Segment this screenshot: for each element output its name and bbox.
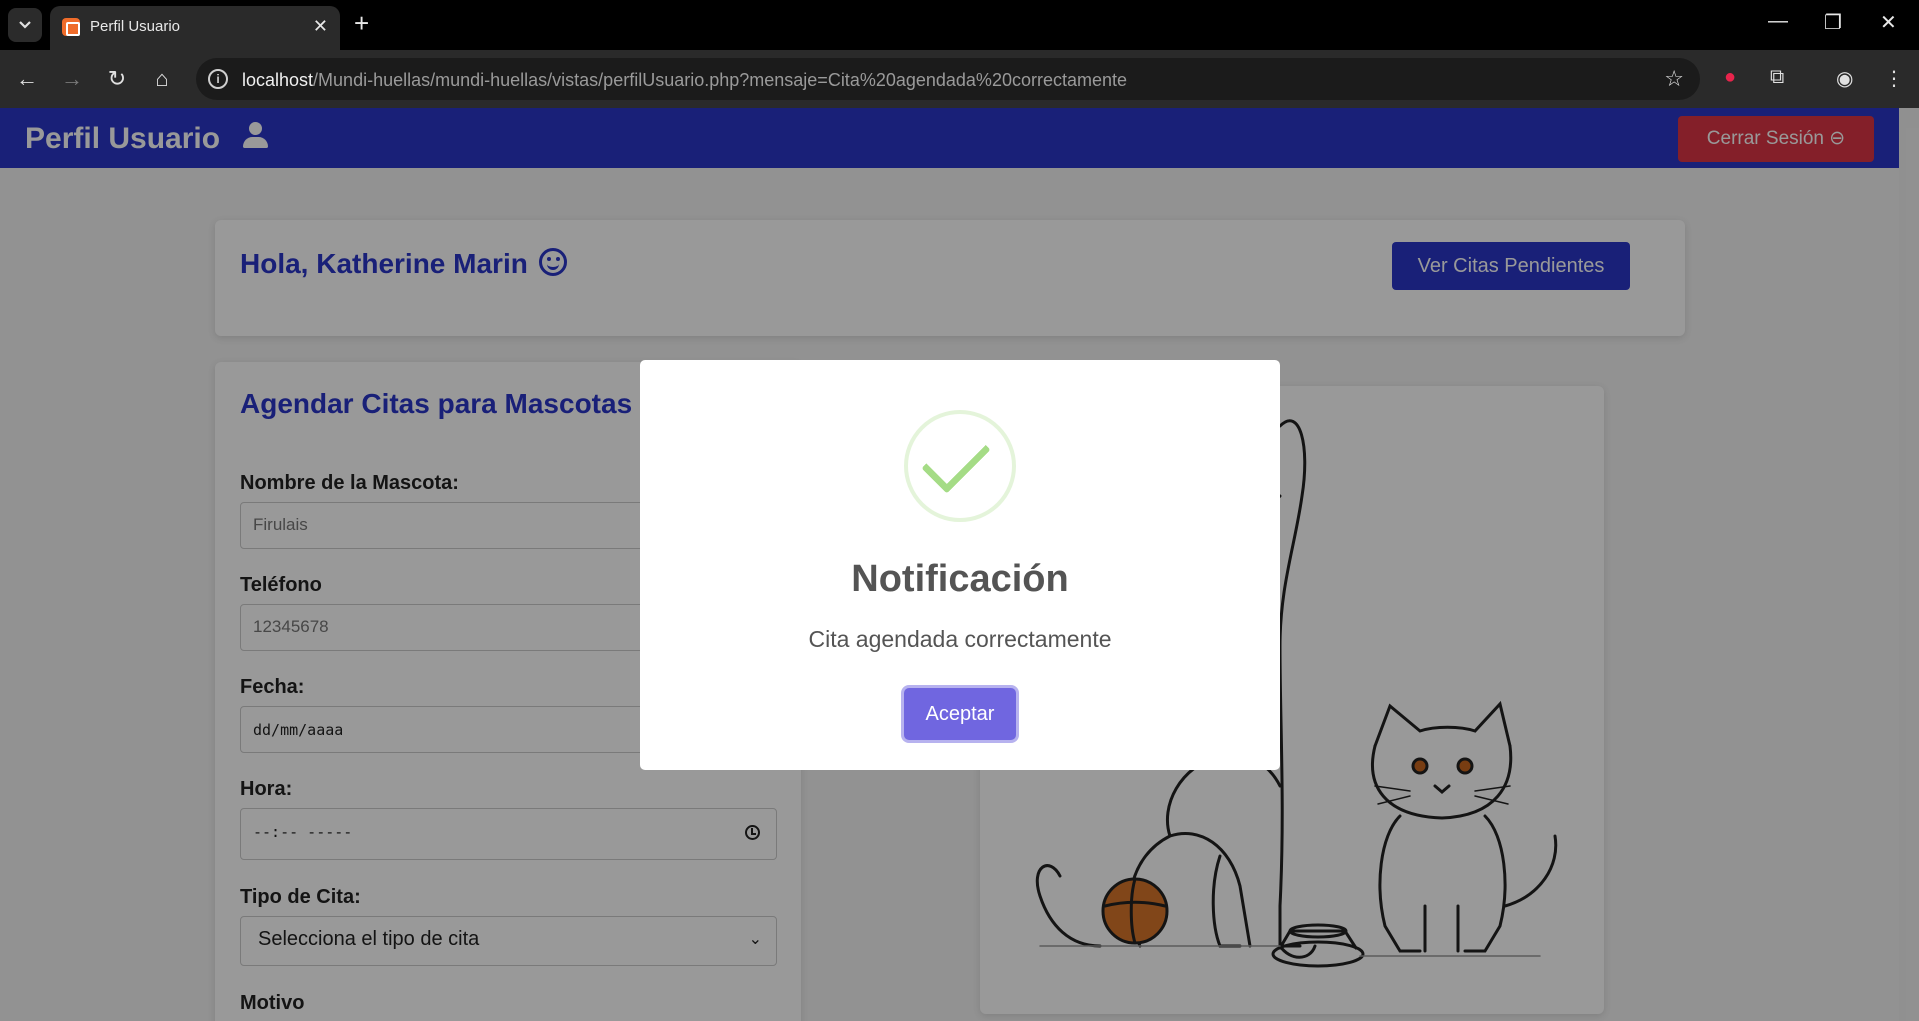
site-info-icon[interactable]: i <box>208 69 228 89</box>
forward-icon[interactable]: → <box>57 64 87 94</box>
browser-tab-bar: Perfil Usuario ✕ + — ❐ ✕ <box>0 0 1919 50</box>
success-check-icon <box>904 410 1016 522</box>
address-bar[interactable]: i localhost/Mundi-huellas/mundi-huellas/… <box>196 58 1700 100</box>
new-tab-button[interactable]: + <box>354 10 369 36</box>
back-icon[interactable]: ← <box>12 64 42 94</box>
tab-close-icon[interactable]: ✕ <box>313 16 328 37</box>
tab-title: Perfil Usuario <box>90 18 181 35</box>
modal-title: Notificación <box>851 558 1069 600</box>
reload-icon[interactable]: ↻ <box>102 64 132 94</box>
extension-icon[interactable]: ● <box>1724 66 1736 89</box>
accept-button[interactable]: Aceptar <box>904 688 1016 740</box>
modal-message: Cita agendada correctamente <box>808 626 1112 652</box>
browser-toolbar: ← → ↻ ⌂ i localhost/Mundi-huellas/mundi-… <box>0 50 1919 108</box>
window-close-icon[interactable]: ✕ <box>1880 10 1897 35</box>
restore-icon[interactable]: ❐ <box>1824 10 1842 35</box>
checkmark-icon <box>921 424 991 494</box>
puzzle-extensions-icon[interactable]: ⧉ <box>1770 66 1784 89</box>
notification-modal: Notificación Cita agendada correctamente… <box>640 360 1280 770</box>
home-icon[interactable]: ⌂ <box>147 64 177 94</box>
xampp-favicon-icon <box>62 18 80 36</box>
chevron-down-icon <box>19 21 31 29</box>
tab-search-button[interactable] <box>8 8 42 42</box>
bookmark-star-icon[interactable]: ☆ <box>1664 66 1684 92</box>
browser-tab[interactable]: Perfil Usuario ✕ <box>50 6 340 50</box>
profile-avatar-icon[interactable]: ◉ <box>1836 66 1853 91</box>
browser-menu-icon[interactable]: ⋮ <box>1884 66 1904 91</box>
url-text: localhost/Mundi-huellas/mundi-huellas/vi… <box>242 70 1128 90</box>
minimize-icon[interactable]: — <box>1768 10 1788 33</box>
